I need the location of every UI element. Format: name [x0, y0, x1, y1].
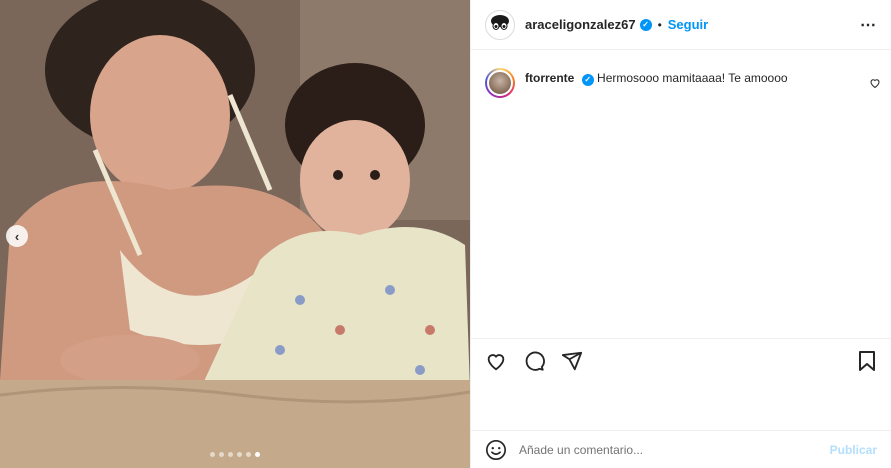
comment-composer: Publicar — [471, 430, 891, 468]
follow-button[interactable]: Seguir — [668, 17, 708, 32]
comment-input[interactable] — [519, 442, 830, 457]
commenter-avatar[interactable] — [485, 68, 515, 98]
like-heart-icon[interactable] — [485, 350, 507, 372]
like-comment-heart-icon[interactable] — [869, 76, 881, 94]
carousel-dot — [210, 452, 215, 457]
verified-badge-icon: ✓ — [581, 74, 594, 86]
post-photo[interactable]: ‹ — [0, 0, 470, 468]
comment-item: ftorrente ✓ Hermosooo mamitaaaa! Te amoo… — [485, 68, 881, 98]
publish-button[interactable]: Publicar — [830, 443, 877, 457]
carousel-indicator — [0, 452, 470, 457]
photo-illustration — [0, 0, 470, 468]
share-paper-plane-icon[interactable] — [561, 350, 583, 372]
verified-badge-icon: ✓ — [639, 18, 652, 31]
author-username[interactable]: araceligonzalez67 — [525, 17, 636, 32]
more-options-icon[interactable]: ⋯ — [860, 15, 877, 35]
commenter-username[interactable]: ftorrente — [525, 71, 574, 85]
author-avatar[interactable] — [485, 9, 515, 40]
post-actions-bar — [471, 338, 891, 382]
carousel-dot — [237, 452, 242, 457]
carousel-dot-active — [255, 452, 260, 457]
carousel-prev-button[interactable]: ‹ — [6, 225, 28, 247]
save-bookmark-icon[interactable] — [857, 350, 877, 372]
carousel-dot — [228, 452, 233, 457]
carousel-dot — [246, 452, 251, 457]
comment-body: ftorrente ✓ Hermosooo mamitaaaa! Te amoo… — [525, 68, 863, 86]
carousel-dot — [219, 452, 224, 457]
separator-dot: • — [657, 17, 662, 32]
post-side-panel: araceligonzalez67 ✓ • Seguir ⋯ ftorrente… — [470, 0, 891, 468]
emoji-icon[interactable] — [485, 439, 507, 461]
comment-bubble-icon[interactable] — [523, 350, 545, 372]
comment-text: Hermosooo mamitaaaa! Te amoooo — [597, 71, 788, 85]
post-header: araceligonzalez67 ✓ • Seguir ⋯ — [471, 0, 891, 50]
